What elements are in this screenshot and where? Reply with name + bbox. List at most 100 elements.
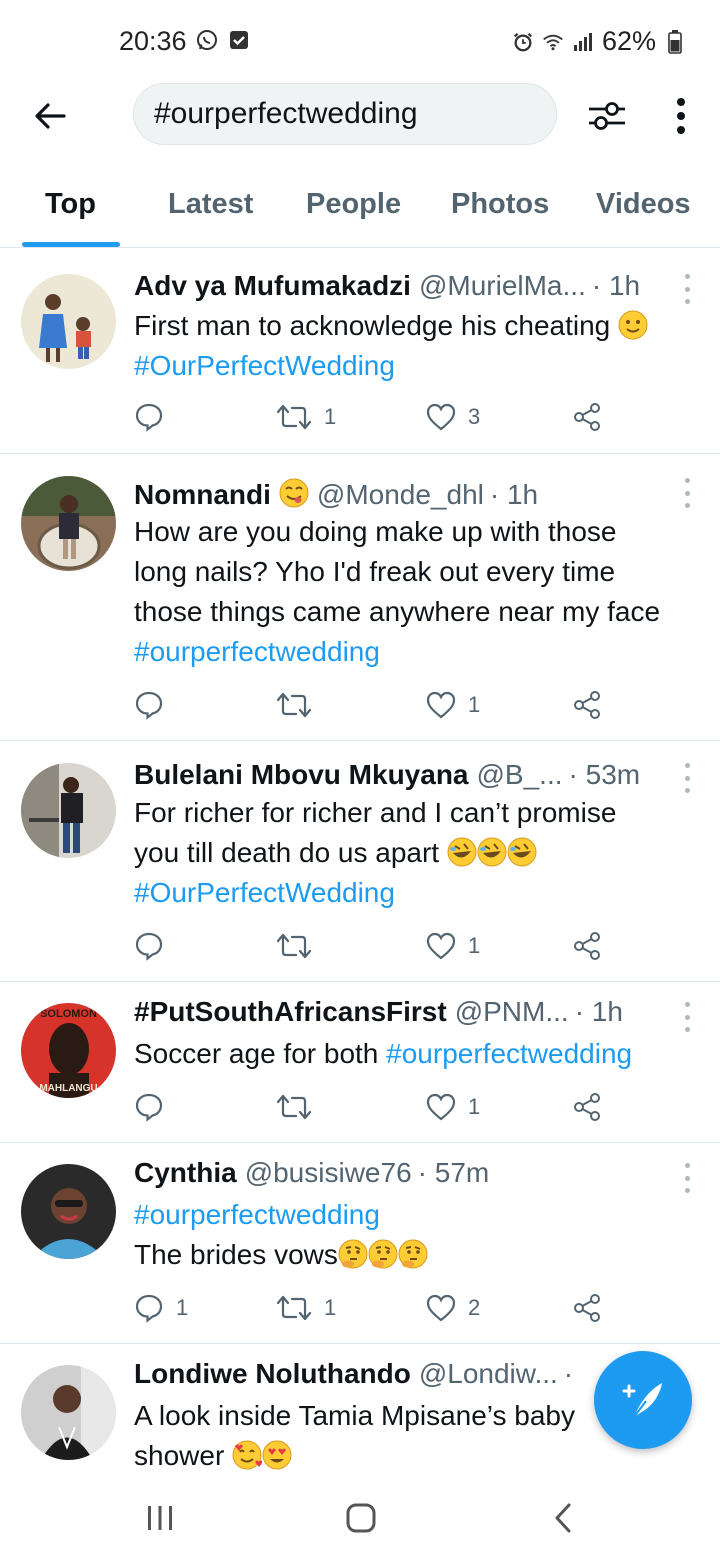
tab-latest[interactable]: Latest bbox=[168, 188, 253, 221]
retweet-icon bbox=[276, 1295, 312, 1321]
tweet-actions: 1 3 bbox=[134, 400, 614, 434]
search-header: #ourperfectwedding bbox=[0, 82, 720, 148]
tweet-more-button[interactable] bbox=[680, 478, 694, 508]
tweet-author-handle[interactable]: @Londiw... bbox=[419, 1358, 558, 1390]
compose-tweet-button[interactable] bbox=[594, 1351, 692, 1449]
hashtag-link[interactable]: #ourperfectwedding bbox=[386, 1038, 632, 1069]
tweet[interactable]: Adv ya Mufumakadzi @MurielMa... · 1h Fir… bbox=[0, 252, 720, 454]
tweet-time: · 1h bbox=[591, 270, 641, 301]
search-input[interactable]: #ourperfectwedding bbox=[133, 83, 557, 145]
system-back-button[interactable] bbox=[541, 1498, 585, 1538]
tweet-author-name[interactable]: Cynthia bbox=[134, 1157, 237, 1189]
tweet-actions: 1 bbox=[134, 1090, 614, 1124]
like-count: 1 bbox=[468, 933, 481, 958]
reply-icon bbox=[135, 1093, 163, 1122]
retweet-icon bbox=[276, 933, 312, 959]
tweet[interactable]: Nomnandi @Monde_dhl · 1h How are you doi… bbox=[0, 454, 720, 741]
rolling-on-floor-laughing-emoji bbox=[447, 837, 537, 868]
tweet-author-name[interactable]: Bulelani Mbovu Mkuyana bbox=[134, 759, 469, 791]
share-button[interactable] bbox=[572, 929, 602, 963]
retweet-button[interactable]: 1 bbox=[276, 1291, 336, 1325]
reply-icon bbox=[135, 932, 163, 961]
tweet-author-handle[interactable]: @B_... bbox=[477, 759, 563, 791]
reply-button[interactable]: 1 bbox=[134, 1291, 188, 1325]
share-button[interactable] bbox=[572, 1291, 602, 1325]
more-options-button[interactable] bbox=[664, 93, 698, 139]
tweet-text-line: shower bbox=[134, 1440, 225, 1471]
whatsapp-icon bbox=[196, 29, 218, 51]
home-button[interactable] bbox=[339, 1498, 383, 1538]
share-button[interactable] bbox=[572, 400, 602, 434]
tweet-author-handle[interactable]: @MurielMa... bbox=[419, 270, 586, 302]
like-button[interactable]: 1 bbox=[426, 688, 480, 722]
like-button[interactable]: 3 bbox=[426, 400, 480, 434]
tweet[interactable]: SOLOMON MAHLANGU #PutSouthAfricansFirst @… bbox=[0, 982, 720, 1143]
avatar[interactable] bbox=[21, 763, 116, 858]
tweet-author-name[interactable]: Londiwe Noluthando bbox=[134, 1358, 411, 1390]
retweet-button[interactable]: 1 bbox=[276, 400, 336, 434]
reply-button[interactable] bbox=[134, 929, 176, 963]
avatar[interactable]: SOLOMON MAHLANGU bbox=[21, 1003, 116, 1098]
avatar[interactable] bbox=[21, 1365, 116, 1460]
like-button[interactable]: 1 bbox=[426, 929, 480, 963]
hashtag-link[interactable]: #OurPerfectWedding bbox=[134, 346, 700, 386]
back-button[interactable] bbox=[28, 94, 72, 138]
avatar[interactable] bbox=[21, 476, 116, 571]
tab-videos[interactable]: Videos bbox=[596, 188, 691, 221]
like-button[interactable]: 1 bbox=[426, 1090, 480, 1124]
heart-icon bbox=[426, 691, 456, 719]
avatar[interactable] bbox=[21, 1164, 116, 1259]
tweet-author-handle[interactable]: @PNM... bbox=[455, 996, 569, 1028]
heart-icon bbox=[426, 1294, 456, 1322]
back-arrow-icon bbox=[35, 103, 66, 129]
tweet-more-button[interactable] bbox=[680, 1002, 694, 1032]
hashtag-link[interactable]: #ourperfectwedding bbox=[134, 1195, 700, 1235]
reply-button[interactable] bbox=[134, 688, 176, 722]
hashtag-link[interactable]: #OurPerfectWedding bbox=[134, 873, 700, 913]
retweet-button[interactable] bbox=[276, 688, 324, 722]
filter-button[interactable] bbox=[584, 93, 630, 139]
like-count: 1 bbox=[468, 1094, 481, 1119]
retweet-icon bbox=[276, 1094, 312, 1120]
retweet-count: 1 bbox=[324, 404, 337, 429]
reply-icon bbox=[135, 691, 163, 720]
reply-button[interactable] bbox=[134, 1090, 176, 1124]
tweet-text: How are you doing make up with those lon… bbox=[134, 512, 700, 672]
reply-button[interactable] bbox=[134, 400, 176, 434]
tweet-time: · 53m bbox=[568, 759, 641, 790]
tweet-time: · 57m bbox=[417, 1157, 490, 1188]
avatar-text-bottom: MAHLANGU bbox=[39, 1083, 97, 1094]
tweet-author-name[interactable]: Adv ya Mufumakadzi bbox=[134, 270, 411, 302]
slightly-smiling-face-emoji bbox=[618, 310, 648, 340]
like-button[interactable]: 2 bbox=[426, 1291, 480, 1325]
hashtag-link[interactable]: #ourperfectwedding bbox=[134, 632, 700, 672]
tweet-author-handle[interactable]: @busisiwe76 bbox=[245, 1157, 412, 1189]
tweet-text-line: The brides vows bbox=[134, 1239, 338, 1270]
retweet-button[interactable] bbox=[276, 1090, 324, 1124]
tweet-text-line: those things came anywhere near my face bbox=[134, 596, 661, 627]
tab-photos[interactable]: Photos bbox=[451, 188, 549, 221]
signal-icon bbox=[572, 31, 594, 53]
tweet-author-handle[interactable]: @Monde_dhl bbox=[317, 479, 484, 510]
share-button[interactable] bbox=[572, 1090, 602, 1124]
retweet-button[interactable] bbox=[276, 929, 324, 963]
tweet-text: #ourperfectwedding The brides vows bbox=[134, 1195, 700, 1275]
heart-icon bbox=[426, 1093, 456, 1121]
tweet-more-button[interactable] bbox=[680, 1163, 694, 1193]
avatar[interactable] bbox=[21, 274, 116, 369]
tweet-text-line: you till death do us apart bbox=[134, 837, 440, 868]
tweet-actions: 1 bbox=[134, 929, 614, 963]
tweet-author-name[interactable]: #PutSouthAfricansFirst bbox=[134, 996, 447, 1028]
tweet-text-line: long nails? Yho I'd freak out every time bbox=[134, 556, 616, 587]
tab-top[interactable]: Top bbox=[45, 188, 96, 221]
recent-apps-button[interactable] bbox=[138, 1498, 182, 1538]
retweet-count: 1 bbox=[324, 1295, 337, 1320]
tweet-more-button[interactable] bbox=[680, 274, 694, 304]
tweet[interactable]: Bulelani Mbovu Mkuyana @B_... · 53m For … bbox=[0, 741, 720, 982]
tweet-more-button[interactable] bbox=[680, 763, 694, 793]
status-time: 20:36 bbox=[119, 26, 187, 56]
tab-people[interactable]: People bbox=[306, 188, 401, 221]
tweet[interactable]: Cynthia @busisiwe76 · 57m #ourperfectwed… bbox=[0, 1143, 720, 1344]
tweet-author-name[interactable]: Nomnandi bbox=[134, 479, 271, 510]
share-button[interactable] bbox=[572, 688, 602, 722]
